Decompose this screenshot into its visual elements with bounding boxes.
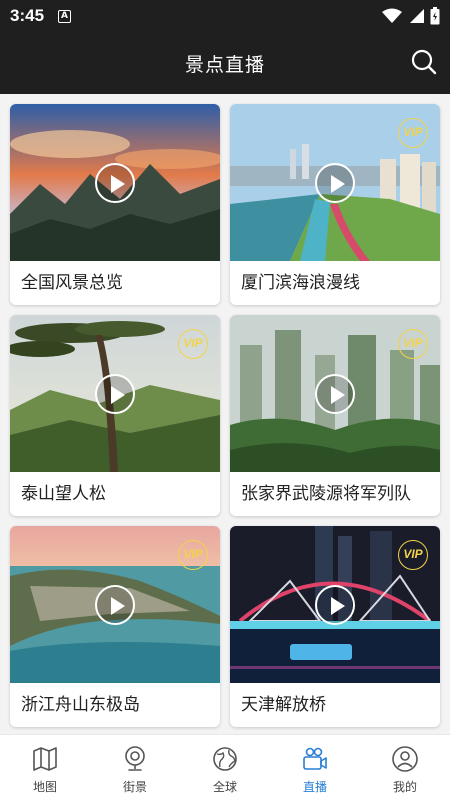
play-icon[interactable] [95, 374, 135, 414]
tab-map[interactable]: 地图 [0, 735, 90, 800]
bottom-tab-bar: 地图 街景 全球 直播 我的 [0, 734, 450, 800]
card-thumbnail: VIP [10, 315, 220, 472]
page-title: 景点直播 [184, 53, 265, 76]
play-icon[interactable] [315, 374, 355, 414]
tab-globe[interactable]: 全球 [180, 735, 270, 800]
status-time: 3:45 [10, 6, 45, 25]
card-title: 张家界武陵源将军列队 [241, 484, 411, 504]
app-header: 景点直播 [0, 32, 450, 94]
profile-icon [392, 746, 418, 772]
globe-icon [213, 747, 237, 771]
vip-badge: VIP [398, 118, 428, 148]
card-thumbnail: VIP [230, 315, 440, 472]
signal-icon [410, 9, 424, 23]
tab-profile[interactable]: 我的 [360, 735, 450, 800]
card-thumbnail: VIP [230, 526, 440, 683]
wifi-icon [382, 8, 402, 23]
scenic-card-taishan-pine[interactable]: VIP 泰山望人松 [10, 315, 220, 516]
tab-label: 地图 [32, 780, 57, 794]
play-icon[interactable] [315, 163, 355, 203]
search-icon[interactable] [410, 48, 438, 76]
card-thumbnail: VIP [230, 104, 440, 261]
tab-label: 直播 [302, 780, 327, 794]
status-bar: 3:45 A [0, 0, 450, 32]
scenic-card-zhangjiajie[interactable]: VIP 张家界武陵源将军列队 [230, 315, 440, 516]
tab-live[interactable]: 直播 [270, 735, 360, 800]
status-indicators [382, 7, 440, 25]
live-camera-icon [303, 747, 327, 770]
card-title: 全国风景总览 [21, 273, 123, 293]
street-view-icon [125, 746, 145, 771]
map-icon [33, 747, 57, 771]
battery-icon [430, 7, 440, 25]
scenic-card-zhoushan-island[interactable]: VIP 浙江舟山东极岛 [10, 526, 220, 727]
card-thumbnail: VIP [10, 526, 220, 683]
card-title: 浙江舟山东极岛 [21, 695, 140, 715]
tab-street-view[interactable]: 街景 [90, 735, 180, 800]
play-icon[interactable] [315, 585, 355, 625]
vip-badge: VIP [178, 540, 208, 570]
card-thumbnail [10, 104, 220, 261]
play-icon[interactable] [95, 163, 135, 203]
scenic-card-national-overview[interactable]: 全国风景总览 [10, 104, 220, 305]
vip-badge: VIP [398, 540, 428, 570]
vip-badge: VIP [398, 329, 428, 359]
notification-icon: A [58, 9, 72, 23]
tab-label: 街景 [122, 780, 147, 794]
card-title: 泰山望人松 [21, 484, 106, 504]
card-title: 天津解放桥 [241, 695, 326, 715]
tab-label: 我的 [392, 780, 417, 794]
vip-badge: VIP [178, 329, 208, 359]
tab-label: 全球 [212, 780, 237, 794]
scenic-card-tianjin-bridge[interactable]: VIP 天津解放桥 [230, 526, 440, 727]
card-title: 厦门滨海浪漫线 [241, 273, 360, 293]
play-icon[interactable] [95, 585, 135, 625]
scenic-card-xiamen-coast[interactable]: VIP 厦门滨海浪漫线 [230, 104, 440, 305]
scenic-live-grid: 全国风景总览 VIP 厦门滨海浪漫线 VIP 泰山望人松 VIP 张家界武陵源将… [0, 94, 450, 734]
